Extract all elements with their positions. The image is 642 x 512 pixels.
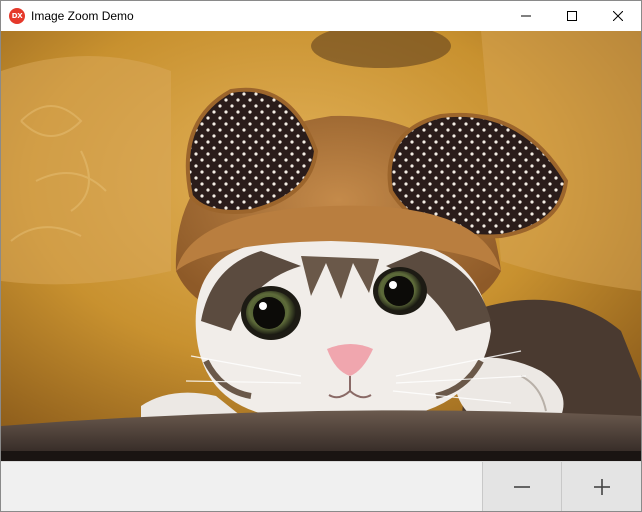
maximize-button[interactable]: [549, 1, 595, 31]
zoom-out-button[interactable]: [482, 462, 561, 511]
maximize-icon: [567, 11, 577, 21]
close-icon: [613, 11, 623, 21]
minimize-icon: [521, 15, 531, 17]
minus-icon: [514, 486, 530, 488]
app-window: DX Image Zoom Demo: [0, 0, 642, 512]
zoom-toolbar: [1, 461, 641, 511]
minimize-button[interactable]: [503, 1, 549, 31]
close-button[interactable]: [595, 1, 641, 31]
zoom-in-button[interactable]: [561, 462, 641, 511]
caption-buttons: [503, 1, 641, 31]
window-title: Image Zoom Demo: [31, 9, 134, 23]
title-bar[interactable]: DX Image Zoom Demo: [1, 1, 641, 31]
app-logo-icon: DX: [9, 8, 25, 24]
cat-photo: [1, 31, 641, 461]
plus-icon: [594, 479, 610, 495]
zoom-image-viewer[interactable]: [1, 31, 641, 461]
